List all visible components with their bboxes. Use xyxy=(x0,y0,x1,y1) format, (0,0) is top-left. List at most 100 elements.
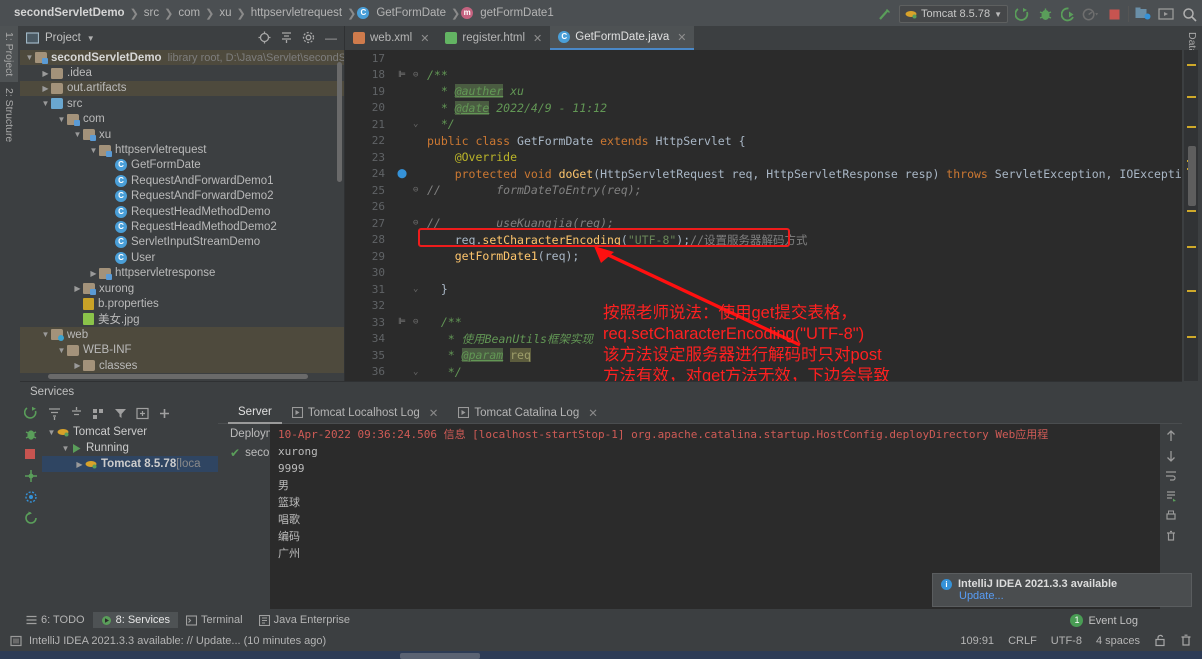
locate-icon[interactable] xyxy=(258,31,272,45)
group-icon[interactable] xyxy=(92,407,105,420)
project-tree-scrollbar-vertical[interactable] xyxy=(337,62,342,182)
services-tree-row[interactable]: ▼ Tomcat Server xyxy=(42,424,218,440)
refresh-icon[interactable] xyxy=(24,511,38,525)
fold-marker[interactable]: ⊖ xyxy=(413,218,425,228)
clear-all-icon[interactable] xyxy=(1165,530,1177,542)
stop-icon[interactable] xyxy=(1105,5,1123,23)
chevron-right-icon[interactable]: ▶ xyxy=(72,361,83,370)
code-line[interactable]: 25 ⊖// formDateToEntry(req); xyxy=(345,182,1182,199)
fold-marker[interactable]: ⊖ xyxy=(413,185,425,195)
chevron-down-icon[interactable]: ▼ xyxy=(46,428,57,437)
deploy-icon[interactable] xyxy=(24,469,38,483)
project-tree-row[interactable]: ▼ WEB-INF xyxy=(20,342,344,358)
code-line[interactable]: 17 xyxy=(345,50,1182,67)
code-line[interactable]: 28 req.setCharacterEncoding("UTF-8");//设… xyxy=(345,232,1182,249)
event-log-label[interactable]: Event Log xyxy=(1088,615,1138,627)
filter-icon[interactable] xyxy=(114,407,127,420)
code-line[interactable]: 19 * @auther xu xyxy=(345,83,1182,100)
editor-tab[interactable]: register.html ✕ xyxy=(437,26,550,50)
breadcrumb-item-src[interactable]: src xyxy=(140,7,163,19)
close-icon[interactable]: ✕ xyxy=(420,32,429,45)
project-tree-row[interactable]: 美女.jpg xyxy=(20,312,344,327)
status-line-separator[interactable]: CRLF xyxy=(1008,635,1037,647)
services-tab[interactable]: Server xyxy=(228,402,282,424)
expand-all-icon[interactable] xyxy=(48,407,61,420)
fold-marker[interactable]: ⌄ xyxy=(413,119,425,129)
chevron-down-icon[interactable]: ▼ xyxy=(72,130,83,139)
code-line[interactable]: 24 ⬤ protected void doGet(HttpServletRequ… xyxy=(345,166,1182,183)
code-line[interactable]: 26 xyxy=(345,199,1182,216)
chevron-down-icon[interactable]: ▼ xyxy=(40,330,51,339)
project-tree-row[interactable]: C ServletInputStreamDemo xyxy=(20,235,344,250)
services-tab[interactable]: Tomcat Catalina Log ✕ xyxy=(448,402,607,424)
services-tree-row[interactable]: ▼ Running xyxy=(42,440,218,456)
notification-update-link[interactable]: Update... xyxy=(941,590,1183,602)
code-line[interactable]: 27 ⊖// useKuangjia(req); xyxy=(345,215,1182,232)
status-message[interactable]: IntelliJ IDEA 2021.3.3 available: // Upd… xyxy=(29,635,326,647)
project-tree-row[interactable]: C User xyxy=(20,250,344,265)
chevron-down-icon[interactable]: ▼ xyxy=(88,146,99,155)
services-tab[interactable]: Tomcat Localhost Log ✕ xyxy=(282,402,449,424)
breadcrumb-item-method[interactable]: getFormDate1 xyxy=(476,7,558,19)
chevron-down-icon[interactable]: ▼ xyxy=(56,115,67,124)
gutter-marker[interactable]: ⊫ xyxy=(391,70,413,80)
chevron-right-icon[interactable]: ▶ xyxy=(88,269,99,278)
code-line[interactable]: 22 public class GetFormDate extends HttpS… xyxy=(345,133,1182,150)
close-icon[interactable]: ✕ xyxy=(588,406,598,420)
collapse-all-icon[interactable] xyxy=(70,406,83,420)
search-icon[interactable] xyxy=(1180,5,1198,23)
run-configuration-selector[interactable]: Tomcat 8.5.78 ▼ xyxy=(898,5,1008,23)
breadcrumb-item-class[interactable]: GetFormDate xyxy=(372,7,450,19)
chevron-down-icon[interactable]: ▼ xyxy=(56,346,67,355)
code-line[interactable]: 20 * @date 2022/4/9 - 11:12 xyxy=(345,100,1182,117)
status-position[interactable]: 109:91 xyxy=(960,635,994,647)
fold-marker[interactable]: ⊖ xyxy=(413,317,425,327)
fold-marker[interactable]: ⊖ xyxy=(413,70,425,80)
project-tree-row[interactable]: ▼ com xyxy=(20,112,344,127)
project-tree-row[interactable]: C RequestHeadMethodDemo xyxy=(20,204,344,219)
chevron-right-icon[interactable]: ▶ xyxy=(72,284,83,293)
code-line[interactable]: 30 xyxy=(345,265,1182,282)
editor-tab[interactable]: C GetFormDate.java ✕ xyxy=(550,26,695,50)
project-tree-row[interactable]: ▼ xu xyxy=(20,127,344,142)
add-frame-icon[interactable] xyxy=(136,407,149,420)
build-icon[interactable] xyxy=(876,5,894,23)
gear-icon[interactable] xyxy=(302,31,316,45)
profiler-icon[interactable] xyxy=(1082,5,1100,23)
debug-icon[interactable] xyxy=(24,427,38,441)
tool-window-button[interactable]: 6: TODO xyxy=(18,612,93,628)
breadcrumb-item-com[interactable]: com xyxy=(174,7,204,19)
project-tree-row[interactable]: b.properties xyxy=(20,296,344,311)
scroll-down-icon[interactable] xyxy=(1165,450,1177,462)
run-with-coverage-icon[interactable] xyxy=(1059,5,1077,23)
code-line[interactable]: 23 @Override xyxy=(345,149,1182,166)
project-tree-scrollbar-horizontal[interactable] xyxy=(48,374,308,379)
code-line[interactable]: 21 ⌄ */ xyxy=(345,116,1182,133)
project-tree[interactable]: ▼ secondServletDemo library root, D:\Java\… xyxy=(20,50,344,380)
project-tree-row[interactable]: C RequestAndForwardDemo2 xyxy=(20,189,344,204)
settings-icon[interactable] xyxy=(24,490,38,504)
close-icon[interactable]: ✕ xyxy=(533,32,542,45)
chevron-right-icon[interactable]: ▶ xyxy=(40,69,51,78)
services-tree-row[interactable]: ▶ Tomcat 8.5.78 [loca xyxy=(42,456,218,472)
console-icon[interactable] xyxy=(1157,5,1175,23)
sidebar-item-structure[interactable]: 2: Structure xyxy=(0,82,18,148)
add-icon[interactable] xyxy=(158,407,171,420)
soft-wrap-icon[interactable] xyxy=(1165,470,1177,482)
gutter-marker[interactable]: ⬤ xyxy=(391,169,413,179)
breadcrumb-item-package[interactable]: httpservletrequest xyxy=(247,7,346,19)
scroll-to-end-icon[interactable] xyxy=(1165,490,1177,502)
tool-window-button[interactable]: 8: Services xyxy=(92,612,179,628)
tool-window-button[interactable]: Terminal xyxy=(178,612,251,628)
fold-marker[interactable]: ⌄ xyxy=(413,284,425,294)
chevron-right-icon[interactable]: ▶ xyxy=(40,84,51,93)
project-tree-row[interactable]: ▶ out.artifacts xyxy=(20,80,344,97)
project-tree-row[interactable]: ▼ secondServletDemo library root, D:\Java\… xyxy=(20,50,344,66)
project-tree-row[interactable]: C RequestAndForwardDemo1 xyxy=(20,173,344,188)
run-icon[interactable] xyxy=(1013,5,1031,23)
chevron-down-icon[interactable]: ▼ xyxy=(24,53,35,62)
breadcrumb-item-xu[interactable]: xu xyxy=(215,7,235,19)
status-indent[interactable]: 4 spaces xyxy=(1096,635,1140,647)
rerun-icon[interactable] xyxy=(24,406,38,420)
editor-tab[interactable]: web.xml ✕ xyxy=(345,26,437,50)
